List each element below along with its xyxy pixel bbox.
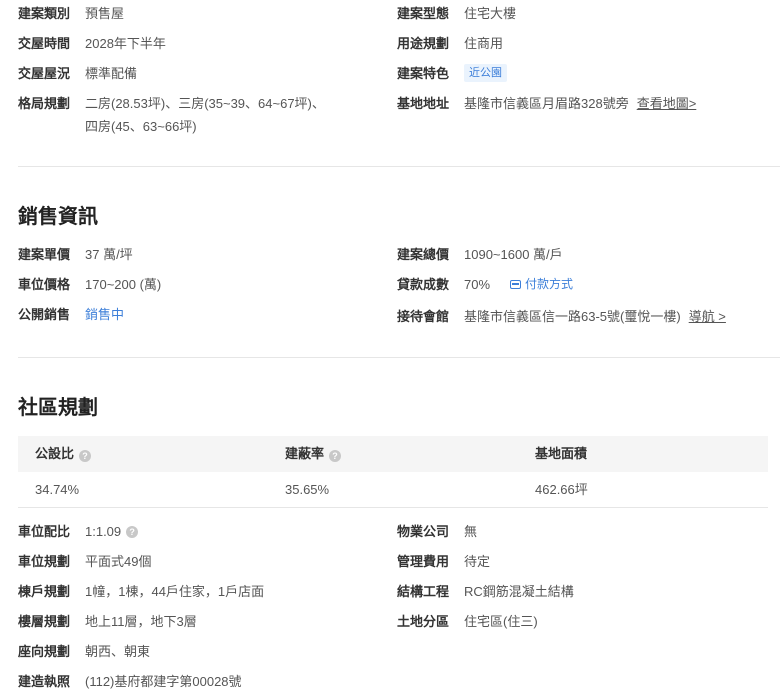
info-row-floors: 樓層規劃 地上11層，地下3層: [18, 610, 197, 633]
info-row-parking-plan: 車位規劃 平面式49個: [18, 550, 151, 573]
layout-line-1: 二房(28.53坪)、三房(35~39、64~67坪)、: [85, 96, 325, 111]
help-icon[interactable]: ?: [329, 450, 342, 462]
info-value: 1:1.09: [85, 524, 122, 539]
info-value: 1幢，1棟，44戶住家，1戶店面: [85, 584, 265, 599]
info-row-loan: 貸款成數 70% 付款方式: [397, 273, 573, 296]
info-value: 平面式49個: [85, 554, 152, 569]
info-row-reception: 接待會館 基隆市信義區信一路63-5號(璽悅一樓) 導航 >: [397, 305, 726, 328]
info-value: 無: [464, 524, 478, 539]
info-row-orientation: 座向規劃 朝西、朝東: [18, 640, 150, 663]
info-label: 建案總價: [397, 247, 450, 262]
info-label: 公開銷售: [18, 307, 71, 322]
card-icon: [510, 280, 522, 289]
info-value: 170~200 (萬): [85, 277, 162, 292]
payment-method-link[interactable]: 付款方式: [510, 273, 573, 296]
help-icon[interactable]: ?: [79, 450, 92, 462]
info-value: 2028年下半年: [85, 36, 166, 51]
info-label: 管理費用: [397, 554, 450, 569]
info-value: 住商用: [464, 36, 504, 51]
info-value: 住宅大樓: [464, 6, 517, 21]
info-row-unit-price: 建案單價 37 萬/坪: [18, 243, 133, 266]
info-label: 接待會館: [397, 309, 450, 324]
section-title-sales: 銷售資訊: [18, 206, 98, 228]
info-value: 待定: [464, 554, 491, 569]
coverage-ratio-value: 35.65%: [285, 482, 330, 497]
info-label: 建案類別: [18, 6, 71, 21]
info-row-structure: 結構工程 RC鋼筋混凝土結構: [397, 580, 574, 603]
info-label: 貸款成數: [397, 277, 450, 292]
info-row-layout: 格局規劃 二房(28.53坪)、三房(35~39、64~67坪)、 四房(45、…: [18, 92, 325, 138]
feature-tag[interactable]: 近公園: [464, 64, 507, 82]
info-row-delivery: 交屋時間 2028年下半年: [18, 32, 166, 55]
section-title-community: 社區規劃: [18, 397, 98, 419]
info-row-property-mgmt: 物業公司 無: [397, 520, 477, 543]
view-map-link[interactable]: 查看地圖>: [637, 92, 697, 115]
info-label: 格局規劃: [18, 96, 71, 111]
info-row-total-price: 建案總價 1090~1600 萬/戶: [397, 243, 563, 266]
info-label: 建案單價: [18, 247, 71, 262]
info-label: 座向規劃: [18, 644, 71, 659]
info-value: 1090~1600 萬/戶: [464, 247, 563, 262]
info-value: 基隆市信義區信一路63-5號(璽悅一樓): [464, 309, 681, 324]
info-label: 車位規劃: [18, 554, 71, 569]
info-row-zoning: 土地分區 住宅區(住三): [397, 610, 538, 633]
navigate-link[interactable]: 導航 >: [689, 305, 726, 328]
info-label: 交屋時間: [18, 36, 71, 51]
info-row-permit: 建造執照 (112)基府都建字第00028號: [18, 670, 242, 693]
info-row-type: 建案類別 預售屋: [18, 2, 124, 25]
info-value: 基隆市信義區月眉路328號旁: [464, 96, 629, 111]
info-label: 車位配比: [18, 524, 71, 539]
ratio-table-header: 公設比? 建蔽率? 基地面積: [18, 436, 768, 472]
layout-value: 二房(28.53坪)、三房(35~39、64~67坪)、 四房(45、63~66…: [85, 92, 325, 138]
info-label: 結構工程: [397, 584, 450, 599]
info-label: 用途規劃: [397, 36, 450, 51]
info-label: 建案特色: [397, 66, 450, 81]
header-public-ratio: 公設比?: [35, 436, 92, 472]
info-value: 預售屋: [85, 6, 125, 21]
info-value: 37 萬/坪: [85, 247, 133, 262]
info-row-parking-price: 車位價格 170~200 (萬): [18, 273, 161, 296]
help-icon[interactable]: ?: [126, 526, 139, 538]
info-label: 棟戶規劃: [18, 584, 71, 599]
info-label: 樓層規劃: [18, 614, 71, 629]
info-label: 建案型態: [397, 6, 450, 21]
info-value: 標準配備: [85, 66, 138, 81]
info-value: 朝西、朝東: [85, 644, 151, 659]
info-row-public-sale: 公開銷售 銷售中: [18, 303, 124, 326]
info-value: (112)基府都建字第00028號: [85, 674, 242, 689]
layout-line-2: 四房(45、63~66坪): [85, 119, 197, 134]
info-value: 地上11層，地下3層: [85, 614, 197, 629]
header-site-area: 基地面積: [535, 446, 588, 461]
info-value: RC鋼筋混凝土結構: [464, 584, 574, 599]
info-row-feature: 建案特色 近公園: [397, 62, 507, 85]
info-label: 物業公司: [397, 524, 450, 539]
info-value: 住宅區(住三): [464, 614, 538, 629]
public-ratio-value: 34.74%: [35, 482, 80, 497]
info-row-address: 基地地址 基隆市信義區月眉路328號旁 查看地圖>: [397, 92, 696, 115]
info-row-parking-ratio: 車位配比 1:1.09 ?: [18, 520, 139, 543]
payment-method-label: 付款方式: [525, 277, 574, 291]
info-value: 70%: [464, 277, 491, 292]
sale-status: 銷售中: [85, 307, 125, 322]
section-divider: [18, 357, 780, 358]
header-coverage-ratio: 建蔽率?: [285, 436, 342, 472]
info-label: 建造執照: [18, 674, 71, 689]
info-label: 基地地址: [397, 96, 450, 111]
section-divider: [18, 166, 780, 167]
info-label: 交屋屋況: [18, 66, 71, 81]
info-row-mgmt-fee: 管理費用 待定: [397, 550, 490, 573]
site-area-value: 462.66坪: [535, 482, 588, 497]
table-bottom-line: [18, 507, 768, 508]
info-row-condition: 交屋屋況 標準配備: [18, 62, 137, 85]
info-row-usage: 用途規劃 住商用: [397, 32, 503, 55]
info-label: 土地分區: [397, 614, 450, 629]
info-label: 車位價格: [18, 277, 71, 292]
info-row-form: 建案型態 住宅大樓: [397, 2, 516, 25]
info-row-units-plan: 棟戶規劃 1幢，1棟，44戶住家，1戶店面: [18, 580, 264, 603]
